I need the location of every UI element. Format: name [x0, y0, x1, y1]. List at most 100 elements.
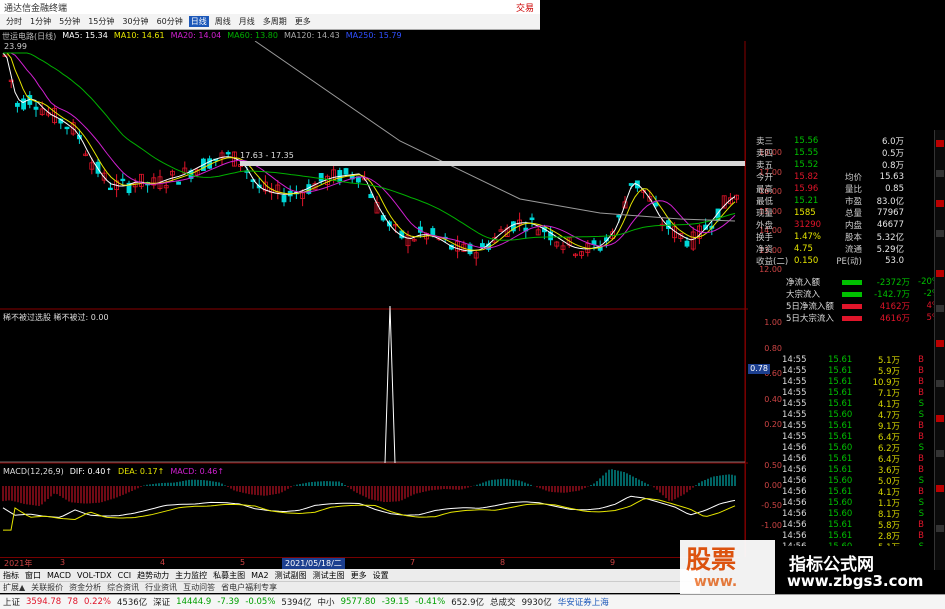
quote-value: 15.96 [794, 184, 819, 194]
toolbar-item-10[interactable]: 更多 [293, 16, 313, 27]
trade-link[interactable]: 交易 [516, 1, 540, 14]
tick-time: 14:56 [782, 442, 807, 453]
candle-down [33, 106, 39, 110]
indicator-tab[interactable]: 主力监控 [175, 570, 207, 581]
tick-price: 15.61 [828, 530, 853, 541]
tick-row: 14:56 15.60 5.0万 S [782, 475, 942, 487]
info-tab[interactable]: 综合资讯 [107, 582, 139, 593]
tick-direction: B [918, 365, 924, 376]
quote-label2: 内盘 [844, 221, 862, 231]
toolbar-item-2[interactable]: 5分钟 [57, 16, 82, 27]
tick-direction: B [918, 354, 924, 365]
tick-price: 15.61 [828, 387, 853, 398]
tick-row: 14:56 15.60 8.1万 S [782, 508, 942, 520]
tick-direction: B [918, 464, 924, 475]
toolbar-item-7[interactable]: 周线 [213, 16, 233, 27]
indicator-tab[interactable]: 测试主图 [313, 570, 345, 581]
toolbar-item-5[interactable]: 60分钟 [155, 16, 185, 27]
quote-row: 最高 15.96 量比 0.85 [756, 183, 945, 195]
indicator-tab[interactable]: 更多 [351, 570, 367, 581]
tick-row: 14:55 15.61 10.9万 B [782, 376, 942, 388]
tick-price: 15.61 [828, 519, 853, 530]
broker-name[interactable]: 华安证券上海 [558, 596, 609, 608]
indicator-tab[interactable]: MA2 [251, 571, 268, 580]
tick-price: 15.61 [828, 464, 853, 475]
quote-label2: 流通 [844, 245, 862, 255]
info-tab[interactable]: 省电户福利专享 [221, 582, 277, 593]
indicator-tab[interactable]: 私募主图 [213, 570, 245, 581]
toolbar-item-3[interactable]: 15分钟 [86, 16, 116, 27]
candle-down [95, 161, 101, 174]
toolbar-item-8[interactable]: 月线 [237, 16, 257, 27]
info-tab[interactable]: 互动问答 [183, 582, 215, 593]
indicator-tab[interactable]: 窗口 [25, 570, 41, 581]
quote-row: 卖五 15.52 0.8万 [756, 159, 945, 171]
scroll-marker [936, 230, 944, 237]
quote-value: 1.47% [794, 232, 822, 242]
toolbar-item-6[interactable]: 日线 [188, 16, 209, 27]
flow-label: 净流入额 [786, 278, 821, 288]
indicator-tab[interactable]: 设置 [373, 570, 389, 581]
toolbar-item-4[interactable]: 30分钟 [120, 16, 150, 27]
tick-direction: B [918, 376, 924, 387]
zx-percent: -0.41% [415, 597, 446, 607]
candle-down [684, 240, 690, 247]
indicator-tab[interactable]: MACD [47, 571, 71, 580]
toolbar-item-0[interactable]: 分时 [4, 16, 24, 27]
title-bar: 通达信金融终端 交易 [0, 0, 540, 14]
flow-value: 4162万 [879, 302, 910, 312]
quote-row: 今开 15.82 均价 15.63 [756, 171, 945, 183]
trading-terminal-window: 通达信金融终端 交易 分时 1分钟 5分钟 15分钟 30分钟 60分钟 日线 周线 月线 多周期… [0, 0, 945, 609]
info-tab[interactable]: 扩展▲ [3, 582, 25, 593]
kline-chart[interactable]: 23.99 17.63 - 17.35 [0, 41, 748, 557]
tick-time: 14:55 [782, 431, 807, 442]
toolbar-item-9[interactable]: 多周期 [261, 16, 289, 27]
toolbar-item-1[interactable]: 1分钟 [28, 16, 53, 27]
macd-dif: DIF: 0.40↑ [69, 467, 113, 476]
tick-price: 15.61 [828, 486, 853, 497]
macd-dea-line [3, 497, 736, 531]
quote-value2: 83.0亿 [876, 197, 904, 207]
indicator-tab[interactable]: CCI [118, 571, 132, 580]
info-tab[interactable]: 关联报价 [31, 582, 63, 593]
tick-time: 14:55 [782, 365, 807, 376]
flow-bar [842, 315, 862, 321]
date-axis-label: 2021年 [4, 559, 33, 568]
quote-value2: 5.29亿 [876, 245, 904, 255]
candle-down [653, 202, 659, 207]
tick-time: 14:56 [782, 453, 807, 464]
candle-down [120, 178, 126, 182]
quote-value: 15.21 [794, 196, 819, 206]
tick-price: 15.61 [828, 376, 853, 387]
indicator-tab[interactable]: VOL-TDX [77, 571, 112, 580]
zx-index: 9577.80 [340, 597, 376, 607]
quote-value: 4.75 [794, 244, 813, 254]
quote-value2: 46677 [876, 220, 904, 230]
tick-row: 14:55 15.61 5.9万 B [782, 365, 942, 377]
watermark-left-small: www. [694, 574, 738, 590]
tick-time: 14:56 [782, 519, 807, 530]
quote-row: 外盘 31290 内盘 46677 [756, 219, 945, 231]
tick-price: 15.61 [828, 354, 853, 365]
indicator-tab[interactable]: 指标 [3, 570, 19, 581]
quote-row: 收益(二) 0.150 PE(动) 53.0 [756, 255, 945, 267]
tick-row: 14:56 15.60 6.2万 S [782, 442, 942, 454]
flow-row: 净流入额 -2372万 -20% [746, 276, 945, 288]
quote-label: 最低 [756, 197, 774, 207]
tick-direction: B [918, 431, 924, 442]
flow-label: 5日大宗流入 [786, 314, 834, 324]
tick-time: 14:56 [782, 530, 807, 541]
sz-amount: 5394亿 [281, 598, 312, 608]
indicator-tab[interactable]: 测试副图 [275, 570, 307, 581]
flow-label: 大宗流入 [786, 290, 821, 300]
quote-table: 卖三 15.56 6.0万 卖四 15.55 0.5万 卖五 15.52 0.8万 今开 15.82… [756, 135, 945, 267]
candle-down [318, 172, 324, 182]
info-tab[interactable]: 行业资讯 [145, 582, 177, 593]
quote-label2: 总量 [844, 209, 862, 219]
watermark-left-big: 股票 [686, 545, 737, 574]
tick-direction: B [918, 530, 924, 541]
side-scrollbar[interactable] [934, 130, 945, 570]
indicator-tab[interactable]: 趋势动力 [137, 570, 169, 581]
info-tab[interactable]: 资金分析 [69, 582, 101, 593]
quote-value2: 6.0万 [881, 137, 904, 147]
